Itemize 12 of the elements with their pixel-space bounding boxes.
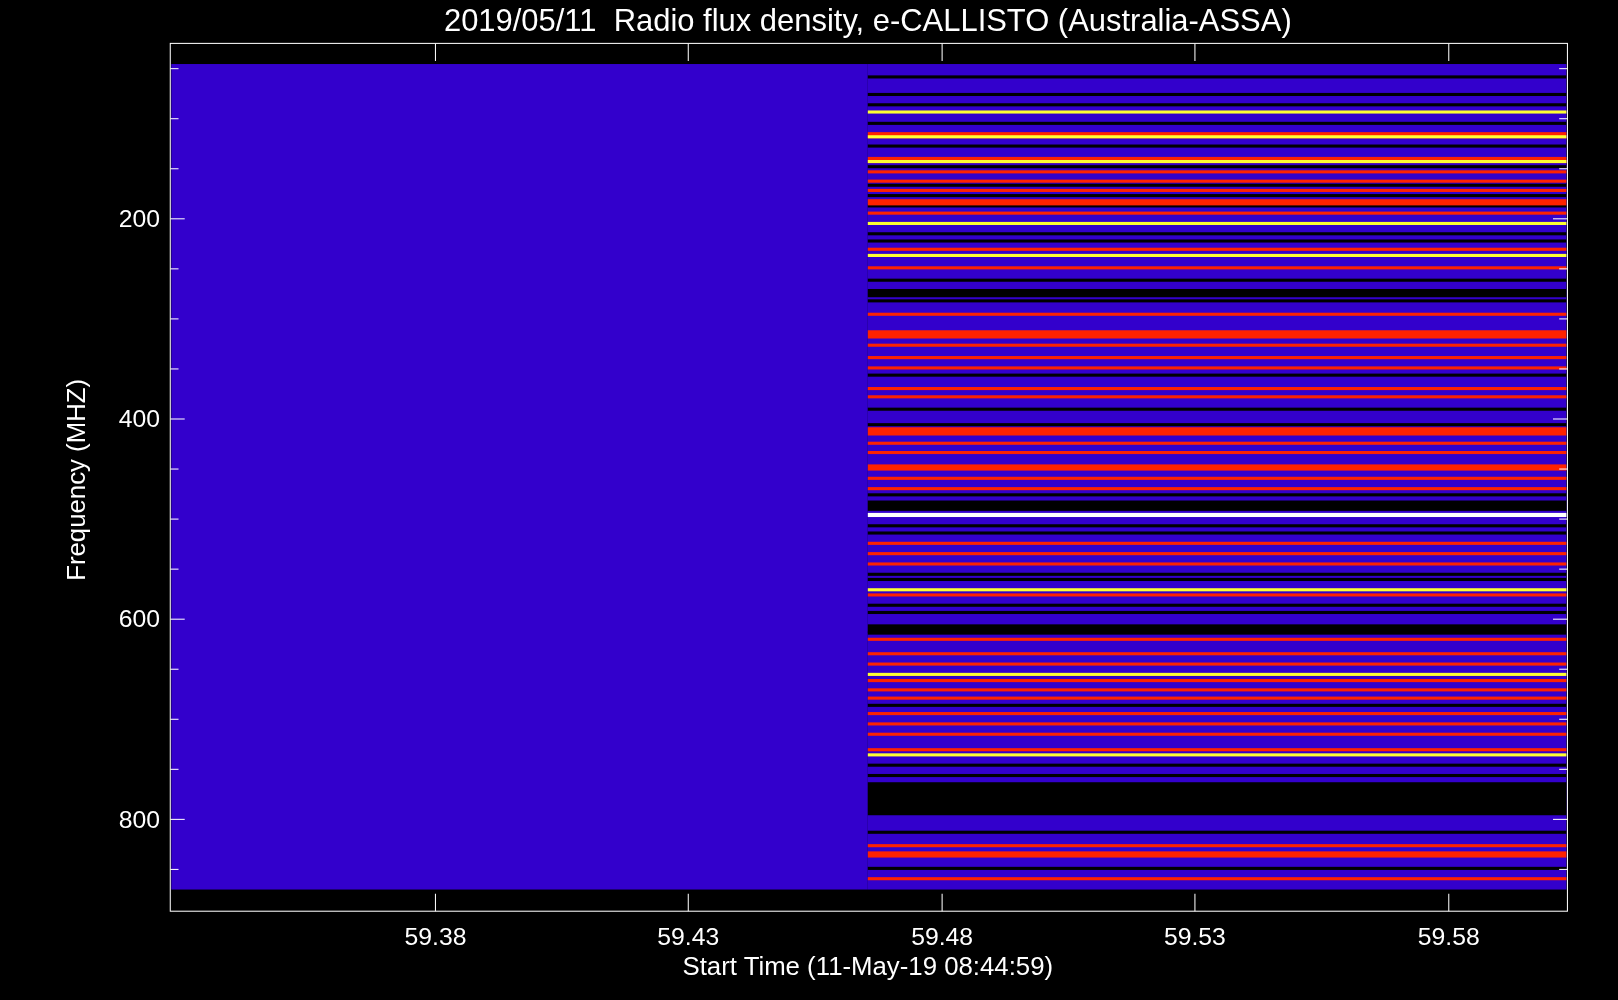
tick-label: 59.58 (1417, 923, 1480, 951)
tick-label: 600 (118, 605, 160, 633)
chart-title: 2019/05/11 Radio flux density, e-CALLISTO (Australia-ASSA) (443, 3, 1292, 38)
axis-label: Start Time (11-May-19 08:44:59) (682, 952, 1054, 981)
tick-label: 200 (118, 205, 160, 233)
tick-label: 59.53 (1163, 923, 1226, 951)
tick-label: 59.43 (657, 923, 720, 951)
tick-label: 800 (118, 805, 160, 833)
tick-label: 59.38 (404, 923, 467, 951)
tick-label: 59.48 (911, 923, 974, 951)
tick-label: 400 (118, 405, 160, 433)
axis-label: Frequency (MHZ) (61, 378, 90, 581)
